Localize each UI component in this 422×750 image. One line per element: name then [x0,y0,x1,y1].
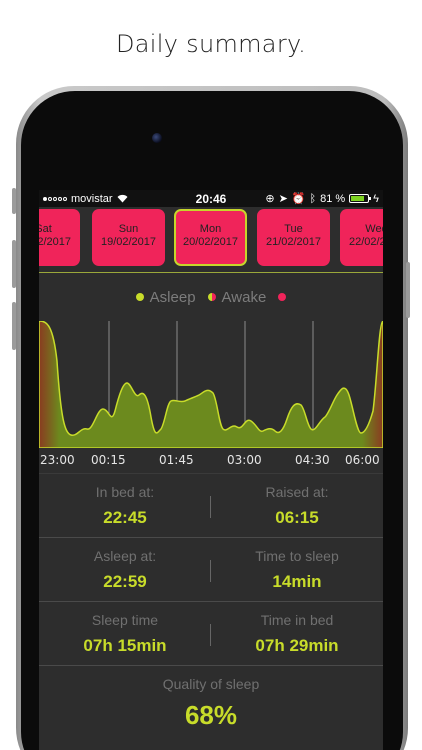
day-tile-sat[interactable]: Sat 18/02/2017 [39,209,80,266]
app-screen: movistar 20:46 ⊕ ➤ ⏰ ᛒ 81 % ϟ Sat 18/02/… [39,190,383,750]
sleep-graph [39,321,383,448]
sleep-time-cell: Sleep time 07h 15min [39,602,211,666]
day-selector: Sat 18/02/2017 Sun 19/02/2017 Mon 20/02/… [39,207,383,273]
day-tile-wed[interactable]: Wed 22/02/2017 [340,209,383,266]
raised-value: 06:15 [275,508,319,527]
time-in-bed-value: 07h 29min [255,636,339,655]
status-time: 20:46 [195,191,227,206]
awake-dot-icon [278,293,287,301]
legend-awake: Awake [221,288,267,306]
battery-icon [349,194,372,203]
asleep-label: Asleep at: [93,548,157,564]
day-date: 19/02/2017 [100,236,157,248]
x-tick-label: 00:15 [91,453,126,467]
sleep-time-label: Sleep time [91,612,159,628]
day-name: Sat [39,223,52,235]
volume-up-button [12,240,16,288]
mute-switch [12,188,16,214]
day-tile-sun[interactable]: Sun 19/02/2017 [92,209,165,266]
stats-row-asleep: Asleep at: 22:59 Time to sleep 14min [39,538,383,602]
day-date: 22/02/2017 [348,236,383,248]
time-to-sleep-label: Time to sleep [255,548,339,564]
day-date: 21/02/2017 [265,236,322,248]
x-tick-label: 06:00 [345,453,380,467]
status-bar: movistar 20:46 ⊕ ➤ ⏰ ᛒ 81 % ϟ [39,190,383,207]
asleep-value: 22:59 [103,572,147,591]
raised-cell: Raised at: 06:15 [211,474,383,538]
quality-value: 68% [184,700,238,730]
day-tile-tue[interactable]: Tue 21/02/2017 [257,209,330,266]
day-name: Mon [199,223,222,235]
legend-asleep: Asleep [149,288,196,306]
sleep-stats: In bed at: 22:45 Raised at: 06:15 Asleep… [39,473,383,731]
x-tick-label: 03:00 [227,453,262,467]
day-name: Wed [365,223,383,235]
in-bed-label: In bed at: [95,484,155,500]
volume-down-button [12,302,16,350]
day-date: 18/02/2017 [39,236,72,248]
day-date: 20/02/2017 [182,236,239,248]
asleep-awake-dot-icon [207,293,216,301]
front-camera [152,133,162,143]
chart-legend: Asleep Awake [39,273,383,321]
asleep-dot-icon [135,293,144,301]
power-button [406,262,410,318]
time-to-sleep-cell: Time to sleep 14min [211,538,383,602]
quality-label: Quality of sleep [162,676,260,692]
raised-label: Raised at: [265,484,329,500]
x-tick-label: 23:00 [40,453,75,467]
sleep-area [39,321,383,448]
x-tick-label: 01:45 [159,453,194,467]
day-name: Tue [284,223,303,235]
time-in-bed-cell: Time in bed 07h 29min [211,602,383,666]
quality-of-sleep: Quality of sleep 68% [39,676,383,731]
stats-row-duration: Sleep time 07h 15min Time in bed 07h 29m… [39,602,383,666]
sleep-graph-svg [39,321,383,448]
time-in-bed-label: Time in bed [260,612,334,628]
asleep-cell: Asleep at: 22:59 [39,538,211,602]
day-tile-mon[interactable]: Mon 20/02/2017 [174,209,247,266]
in-bed-cell: In bed at: 22:45 [39,474,211,538]
stats-row-bed: In bed at: 22:45 Raised at: 06:15 [39,474,383,538]
sleep-time-value: 07h 15min [83,636,167,655]
time-to-sleep-value: 14min [272,572,322,591]
x-tick-label: 04:30 [295,453,330,467]
headline: Daily summary. [115,30,306,58]
graph-x-axis: 23:00 00:15 01:45 03:00 04:30 06:00 [39,448,383,473]
day-name: Sun [118,223,139,235]
in-bed-value: 22:45 [103,508,147,527]
